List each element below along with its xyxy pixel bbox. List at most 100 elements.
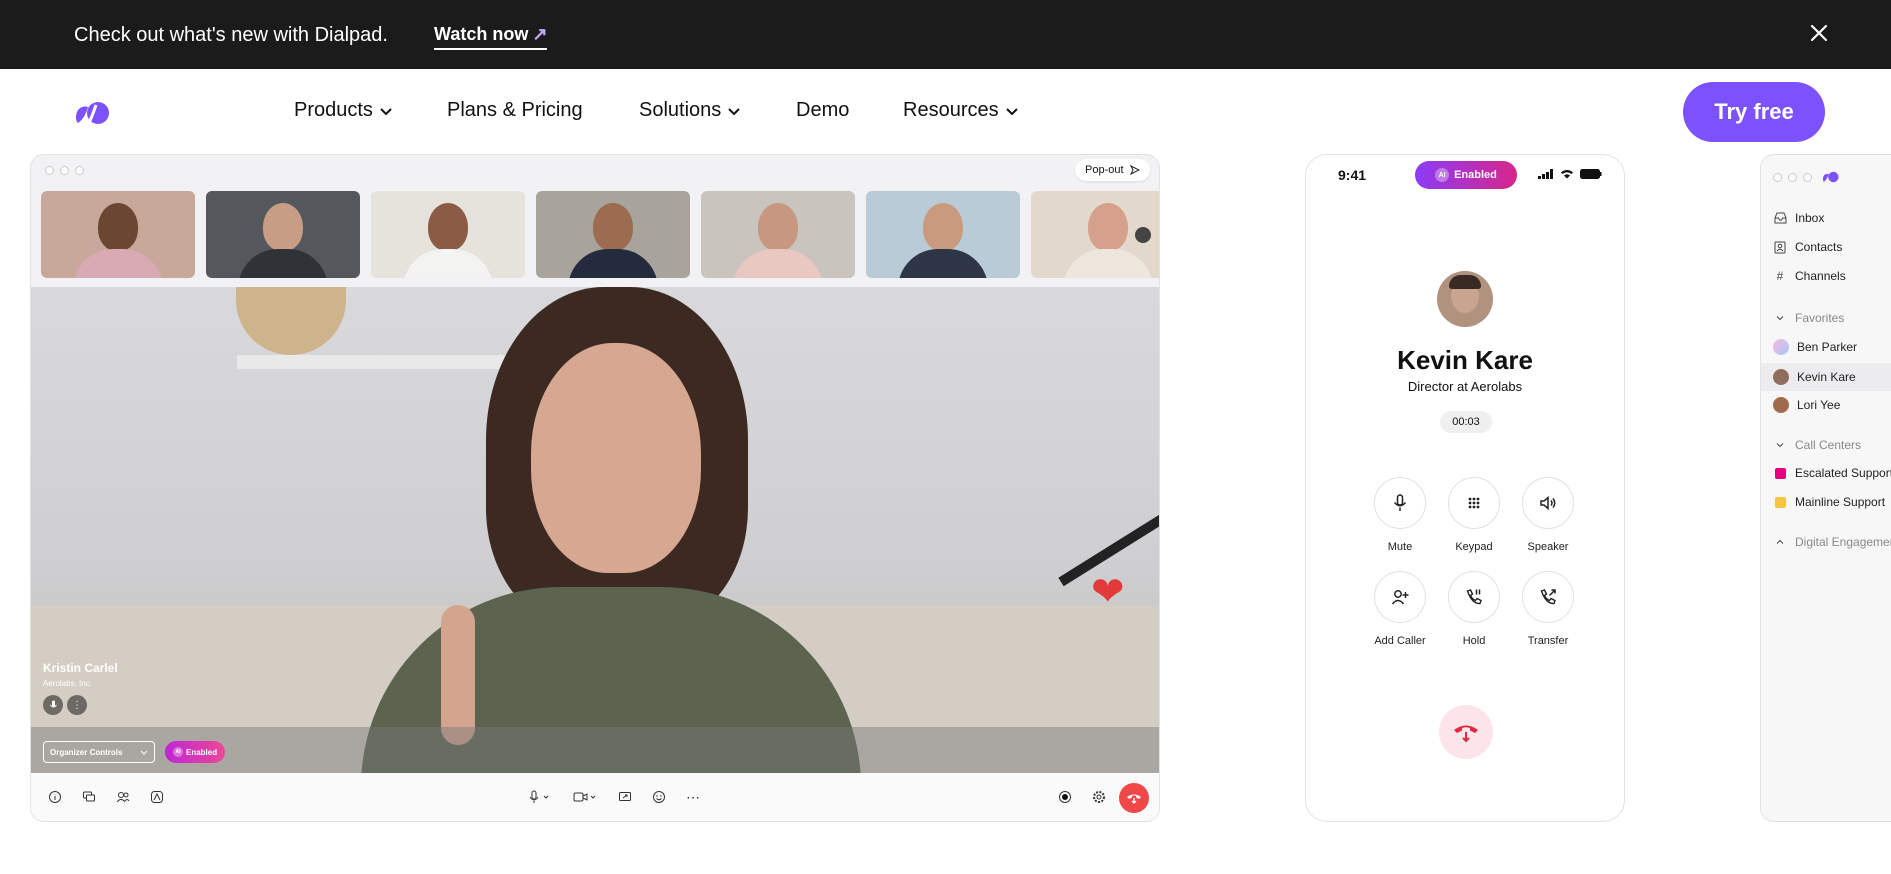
mute-button[interactable]: Mute: [1360, 477, 1440, 553]
participant-thumbnail[interactable]: [206, 191, 360, 278]
arrow-up-right-icon: ↗: [532, 24, 548, 44]
window-dot[interactable]: [1803, 172, 1812, 182]
sidebar-item-label: Inbox: [1795, 211, 1825, 225]
popout-label: Pop-out: [1085, 164, 1124, 176]
record-icon[interactable]: [1055, 787, 1075, 807]
nav-plans-label: Plans & Pricing: [447, 99, 583, 121]
nav-resources[interactable]: Resources: [903, 99, 1019, 122]
sidebar-section-call-centers[interactable]: Call Centers: [1773, 438, 1861, 452]
dialpad-logo[interactable]: [74, 99, 112, 127]
more-vertical-icon[interactable]: ⋮: [67, 695, 87, 715]
sidebar-item-label: Lori Yee: [1797, 398, 1841, 412]
camera-dropdown-icon[interactable]: [569, 787, 603, 807]
window-controls: [1773, 170, 1840, 184]
more-horizontal-icon[interactable]: ⋯: [683, 787, 703, 807]
mic-icon[interactable]: [43, 695, 63, 715]
mic-dropdown-icon[interactable]: [523, 787, 557, 807]
hold-label: Hold: [1462, 635, 1486, 647]
nav-plans-pricing[interactable]: Plans & Pricing: [447, 99, 583, 122]
window-dot[interactable]: [60, 166, 69, 175]
battery-icon: [1580, 169, 1602, 179]
speaker-label: Speaker: [1527, 541, 1569, 553]
participant-thumbnails: [41, 191, 1159, 278]
ai-enabled-pill[interactable]: AI Enabled: [1415, 161, 1517, 189]
video-meeting-window: Pop-out ❤ Kristin Carlel Aerolabs, Inc. …: [30, 154, 1160, 822]
hang-up-button[interactable]: [1439, 705, 1493, 759]
call-timer: 00:03: [1440, 411, 1492, 433]
sidebar-section-label: Favorites: [1795, 311, 1845, 325]
chevron-down-icon: [380, 107, 392, 115]
hang-up-icon: [1454, 725, 1478, 743]
sidebar-section-label: Call Centers: [1795, 438, 1862, 452]
participant-thumbnail[interactable]: [701, 191, 855, 278]
end-call-button[interactable]: [1119, 783, 1149, 813]
chevron-down-icon: [1773, 311, 1787, 325]
speaker-button[interactable]: Speaker: [1508, 477, 1588, 553]
sidebar-item-inbox[interactable]: Inbox: [1773, 211, 1824, 225]
mic-icon: [1393, 494, 1407, 511]
announcement-bar: Check out what's new with Dialpad. Watch…: [0, 0, 1891, 69]
chevron-down-icon: [1005, 107, 1018, 115]
sidebar-call-center[interactable]: Escalated Support: [1773, 466, 1891, 480]
participant-thumbnail[interactable]: [41, 191, 195, 278]
contacts-icon: [1773, 240, 1787, 254]
sidebar-call-center[interactable]: Mainline Support: [1773, 495, 1885, 509]
window-dot[interactable]: [45, 166, 54, 175]
mute-label: Mute: [1387, 541, 1413, 553]
sidebar-favorite[interactable]: Lori Yee: [1773, 397, 1840, 413]
organizer-controls-select[interactable]: Organizer Controls: [43, 741, 155, 763]
ai-enabled-badge[interactable]: AI Enabled: [165, 741, 226, 763]
active-speaker-video: ❤ Kristin Carlel Aerolabs, Inc. ⋮ Organi…: [31, 287, 1159, 773]
call-center-color: [1774, 467, 1786, 479]
sidebar-section-digital[interactable]: Digital Engagement: [1773, 535, 1891, 549]
transfer-button[interactable]: Transfer: [1508, 571, 1588, 647]
gear-icon[interactable]: [1089, 787, 1109, 807]
info-icon[interactable]: [45, 787, 65, 807]
window-controls: [45, 166, 84, 175]
sidebar-favorite-active[interactable]: Kevin Kare: [1761, 363, 1891, 391]
sidebar-item-label: Kevin Kare: [1797, 370, 1856, 384]
ai-icon: AI: [173, 747, 183, 757]
video-background: [236, 287, 346, 355]
sidebar-favorite[interactable]: Ben Parker: [1773, 339, 1857, 355]
signal-icon: [1538, 169, 1553, 179]
watch-now-link[interactable]: Watch now ↗: [434, 24, 548, 50]
nav-demo[interactable]: Demo: [796, 99, 849, 122]
window-dot[interactable]: [75, 166, 84, 175]
avatar: [1773, 397, 1789, 413]
popout-button[interactable]: Pop-out: [1075, 159, 1150, 181]
chevron-down-icon: [728, 107, 740, 115]
participant-thumbnail[interactable]: [371, 191, 525, 278]
nav-products-label: Products: [294, 99, 373, 121]
participants-icon[interactable]: [113, 787, 133, 807]
next-arrow-icon[interactable]: [1135, 227, 1151, 243]
participant-thumbnail[interactable]: [536, 191, 690, 278]
try-free-button[interactable]: Try free: [1683, 82, 1825, 142]
nav-solutions[interactable]: Solutions: [639, 99, 741, 122]
sidebar-item-label: Contacts: [1795, 240, 1843, 254]
wifi-icon: [1561, 170, 1573, 179]
screen-share-icon[interactable]: [615, 787, 635, 807]
inbox-icon: [1773, 211, 1787, 225]
add-user-icon: [1391, 590, 1409, 605]
close-icon[interactable]: [1808, 22, 1830, 44]
avatar: [1773, 369, 1789, 385]
speaker-controls: ⋮: [43, 695, 87, 715]
sidebar-section-favorites[interactable]: Favorites: [1773, 311, 1844, 325]
window-dot[interactable]: [1773, 172, 1782, 182]
hang-up-icon: [1127, 794, 1141, 804]
chevron-up-icon: [1773, 535, 1787, 549]
ai-assist-icon[interactable]: [147, 787, 167, 807]
chevron-down-icon: [1773, 438, 1787, 452]
keypad-button[interactable]: Keypad: [1434, 477, 1514, 553]
caller-name: Kevin Kare: [1397, 345, 1533, 375]
sidebar-item-channels[interactable]: # Channels: [1773, 269, 1846, 283]
window-dot[interactable]: [1788, 172, 1797, 182]
chat-icon[interactable]: [79, 787, 99, 807]
hold-button[interactable]: Hold: [1434, 571, 1514, 647]
nav-products[interactable]: Products: [294, 99, 393, 122]
add-caller-button[interactable]: Add Caller: [1360, 571, 1440, 647]
participant-thumbnail[interactable]: [866, 191, 1020, 278]
sidebar-item-contacts[interactable]: Contacts: [1773, 240, 1842, 254]
emoji-icon[interactable]: [649, 787, 669, 807]
